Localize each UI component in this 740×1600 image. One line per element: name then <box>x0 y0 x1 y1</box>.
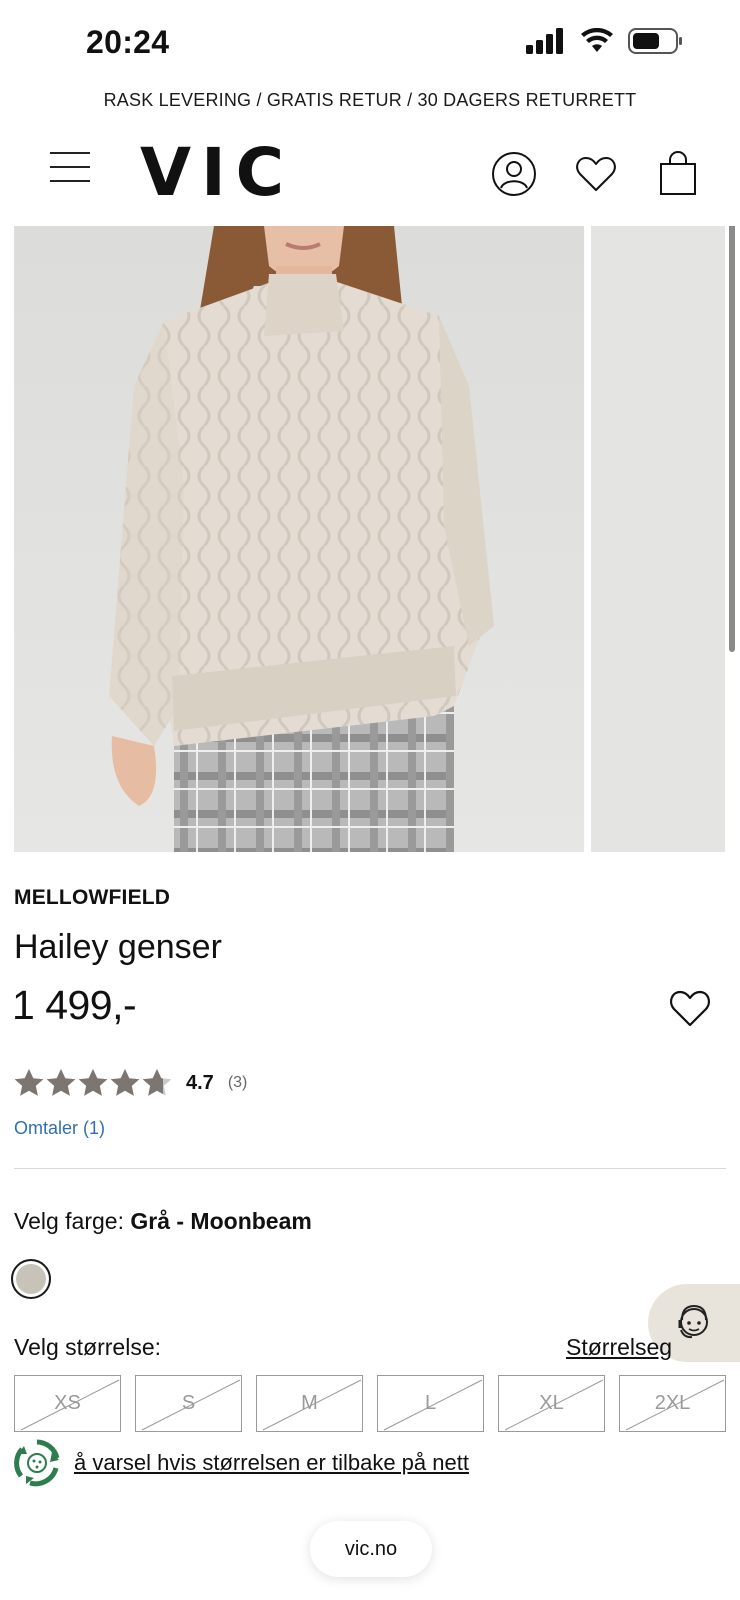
size-options: XS S M L XL 2XL <box>14 1375 726 1432</box>
scroll-indicator[interactable] <box>729 226 735 652</box>
notify-link-text[interactable]: å varsel hvis størrelsen er tilbake på n… <box>74 1450 469 1476</box>
star-icon <box>78 1069 108 1096</box>
size-option-xl[interactable]: XL <box>498 1375 605 1432</box>
status-icons <box>526 28 684 54</box>
status-bar: 20:24 <box>0 0 740 88</box>
size-option-label: XS <box>54 1392 81 1414</box>
site-header: VIC <box>0 132 740 218</box>
size-option-s[interactable]: S <box>135 1375 242 1432</box>
status-time: 20:24 <box>86 24 170 60</box>
size-guide-link[interactable]: Størrelseg <box>566 1334 672 1361</box>
add-to-wishlist-heart-icon[interactable] <box>668 988 712 1028</box>
star-icon <box>46 1069 76 1096</box>
menu-icon-line <box>50 166 90 168</box>
promo-banner: RASK LEVERING / GRATIS RETUR / 30 DAGERS… <box>103 90 637 110</box>
star-icon <box>110 1069 140 1096</box>
selected-color-name: Grå - Moonbeam <box>130 1208 312 1234</box>
reviews-link[interactable]: Omtaler (1) <box>14 1118 105 1139</box>
product-rating[interactable]: 4.7 (3) <box>14 1068 247 1098</box>
signal-icon <box>526 28 563 54</box>
star-icon <box>142 1069 172 1096</box>
product-price: 1 499,- <box>12 982 137 1028</box>
size-option-m[interactable]: M <box>256 1375 363 1432</box>
browser-url-pill[interactable]: vic.no <box>310 1521 432 1577</box>
size-option-l[interactable]: L <box>377 1375 484 1432</box>
wishlist-icon[interactable] <box>572 150 620 198</box>
rating-value: 4.7 <box>186 1071 214 1094</box>
menu-button[interactable] <box>50 152 92 188</box>
star-icon <box>14 1069 44 1096</box>
product-image-main[interactable] <box>14 226 584 852</box>
size-option-2xl[interactable]: 2XL <box>619 1375 726 1432</box>
wifi-icon <box>581 28 613 52</box>
menu-icon-line <box>50 152 90 154</box>
size-option-label: 2XL <box>654 1392 691 1414</box>
product-image-next[interactable] <box>591 226 725 852</box>
account-icon[interactable] <box>490 150 538 198</box>
size-option-label: L <box>424 1392 437 1414</box>
size-option-label: M <box>301 1392 318 1414</box>
size-option-label: XL <box>539 1392 564 1414</box>
vic-logo[interactable]: VIC <box>140 134 294 211</box>
color-label: Velg farge: Grå - Moonbeam <box>14 1208 312 1235</box>
back-in-stock-notify[interactable]: å varsel hvis størrelsen er tilbake på n… <box>12 1438 469 1488</box>
divider <box>14 1168 726 1169</box>
rating-count: (3) <box>227 1074 248 1091</box>
product-brand[interactable]: MELLOWFIELD <box>14 886 170 910</box>
product-photo <box>109 226 494 852</box>
color-swatch-moonbeam[interactable] <box>11 1259 51 1299</box>
color-label-prefix: Velg farge: <box>14 1208 124 1234</box>
battery-icon <box>628 28 682 54</box>
recycle-notify-icon <box>14 1439 60 1487</box>
size-option-label: S <box>181 1392 196 1414</box>
product-gallery[interactable] <box>0 226 740 852</box>
rating-stars <box>14 1068 172 1098</box>
cart-icon[interactable] <box>654 150 702 198</box>
menu-icon-line <box>50 180 90 182</box>
size-option-xs[interactable]: XS <box>14 1375 121 1432</box>
product-name: Hailey genser <box>14 928 222 966</box>
size-label: Velg størrelse: <box>14 1334 161 1360</box>
support-agent-icon <box>678 1304 708 1339</box>
